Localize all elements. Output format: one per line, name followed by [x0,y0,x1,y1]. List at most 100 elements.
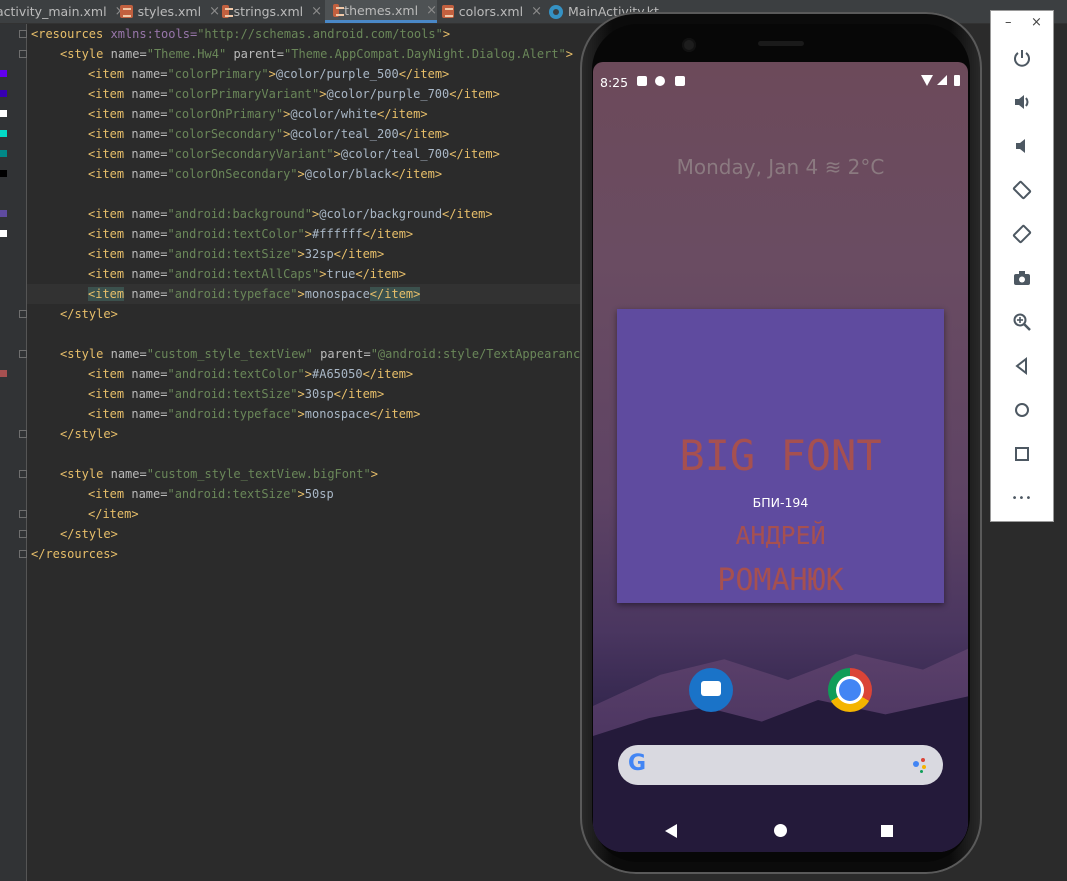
code-line: <item name="colorOnSecondary">@color/bla… [88,167,443,181]
code-line: <style name="Theme.Hw4" parent="Theme.Ap… [60,47,574,61]
sd-card-icon [675,76,685,86]
color-swatch-icon[interactable] [0,110,7,117]
fold-marker-icon[interactable] [19,350,27,358]
chrome-icon[interactable] [828,668,872,712]
signal-icon [937,75,947,85]
fold-marker-icon[interactable] [19,510,27,518]
code-line: </style> [60,427,118,441]
color-swatch-icon[interactable] [0,90,7,97]
rotate-right-icon[interactable] [1011,223,1033,245]
code-line: <item name="android:textSize">32sp</item… [88,247,385,261]
xml-file-icon [333,3,345,17]
code-line: <item name="android:textSize">30sp</item… [88,387,385,401]
code-line: <item name="android:textColor">#A65050</… [88,367,414,381]
camera-icon[interactable] [1011,267,1033,289]
first-name-text: АНДРЕЙ [735,521,826,550]
overview-icon[interactable] [1011,443,1033,465]
home-icon[interactable] [1011,399,1033,421]
google-logo-icon: G [628,751,647,776]
tab-label: strings.xml [233,4,304,19]
code-line-current: <item name="android:typeface">monospace<… [27,284,587,304]
tab-label: themes.xml [344,2,419,18]
battery-icon [954,75,960,86]
tab-activity-main[interactable]: activity_main.xml × [0,0,125,23]
xml-file-icon [120,5,133,18]
phone-screen[interactable]: 8:25 Monday, Jan 4 ≋ 2°C BIG FONT БПИ-19… [593,62,968,852]
color-swatch-icon[interactable] [0,210,7,217]
tab-styles[interactable]: styles.xml × [120,0,220,23]
tab-themes[interactable]: themes.xml × [325,0,437,23]
xml-file-icon [442,5,454,18]
code-line: <item name="android:textColor">#ffffff</… [88,227,414,241]
code-line: <item name="colorPrimaryVariant">@color/… [88,87,500,101]
fold-marker-icon[interactable] [19,530,27,538]
minimize-button[interactable]: – [1005,15,1012,30]
code-line: </style> [60,527,118,541]
fold-marker-icon[interactable] [19,550,27,558]
code-line: <item name="colorSecondaryVariant">@colo… [88,147,500,161]
google-search-bar[interactable]: G [618,745,943,785]
close-icon[interactable]: × [531,4,542,19]
code-line: <item name="colorOnPrimary">@color/white… [88,107,428,121]
close-icon[interactable]: × [209,4,220,19]
fold-marker-icon[interactable] [19,470,27,478]
big-font-text: BIG FONT [679,431,882,480]
xml-file-icon [222,5,233,18]
tab-label: colors.xml [458,4,524,19]
code-editor[interactable]: <resources xmlns:tools="http://schemas.a… [27,24,595,881]
color-swatch-icon[interactable] [0,150,7,157]
code-line: <item name="android:textAllCaps">true</i… [88,267,406,281]
code-line: <item name="android:typeface">monospace<… [88,407,421,421]
status-time: 8:25 [600,75,629,90]
color-swatch-icon[interactable] [0,370,7,377]
code-line: <style name="custom_style_textView.bigFo… [60,467,378,481]
earpiece-speaker [758,41,804,46]
volume-down-icon[interactable] [1011,135,1033,157]
zoom-icon[interactable] [1011,311,1033,333]
android-nav-bar [593,817,968,852]
color-swatch-icon[interactable] [0,230,7,237]
code-line: <item name="colorSecondary">@color/teal_… [88,127,450,141]
fold-marker-icon[interactable] [19,430,27,438]
close-button[interactable]: × [1031,15,1042,30]
rotate-left-icon[interactable] [1011,179,1033,201]
fold-marker-icon[interactable] [19,50,27,58]
close-icon[interactable]: × [426,3,437,18]
code-line: </item> [88,507,139,521]
fold-marker-icon[interactable] [19,30,27,38]
color-swatch-icon[interactable] [0,130,7,137]
code-line: </style> [60,307,118,321]
color-swatch-icon[interactable] [0,170,7,177]
date-weather[interactable]: Monday, Jan 4 ≋ 2°C [593,155,968,179]
more-icon[interactable]: ••• [1011,487,1033,509]
wifi-icon [921,75,933,86]
front-camera [682,38,696,52]
code-line: <resources xmlns:tools="http://schemas.a… [31,27,451,41]
group-text: БПИ-194 [752,495,809,510]
tab-colors[interactable]: colors.xml × [442,0,542,23]
volume-up-icon[interactable] [1011,91,1033,113]
messages-icon[interactable] [689,668,733,712]
tab-strings[interactable]: strings.xml × [222,0,322,23]
kotlin-class-icon [549,4,563,19]
home-icon[interactable] [774,824,787,837]
code-line: <style name="custom_style_textView" pare… [60,347,595,361]
back-icon[interactable] [665,824,677,838]
last-name-text: РОМАНЮК [717,563,844,598]
color-swatch-icon[interactable] [0,70,7,77]
tab-label: styles.xml [137,4,202,19]
notification-icon [637,76,647,86]
close-icon[interactable]: × [311,4,322,19]
status-bar: 8:25 [593,62,968,102]
code-line: <item name="colorPrimary">@color/purple_… [88,67,450,81]
fold-marker-icon[interactable] [19,310,27,318]
code-line: <item name="android:textSize">50sp [88,487,334,501]
tab-label: activity_main.xml [0,4,107,19]
app-dialog: BIG FONT БПИ-194 АНДРЕЙ РОМАНЮК [617,309,944,603]
editor-gutter [0,24,27,881]
power-icon[interactable] [1011,47,1033,69]
back-icon[interactable] [1011,355,1033,377]
emulator-toolbar: – × ••• [990,10,1054,522]
overview-icon[interactable] [881,825,893,837]
assistant-icon[interactable] [913,758,929,774]
